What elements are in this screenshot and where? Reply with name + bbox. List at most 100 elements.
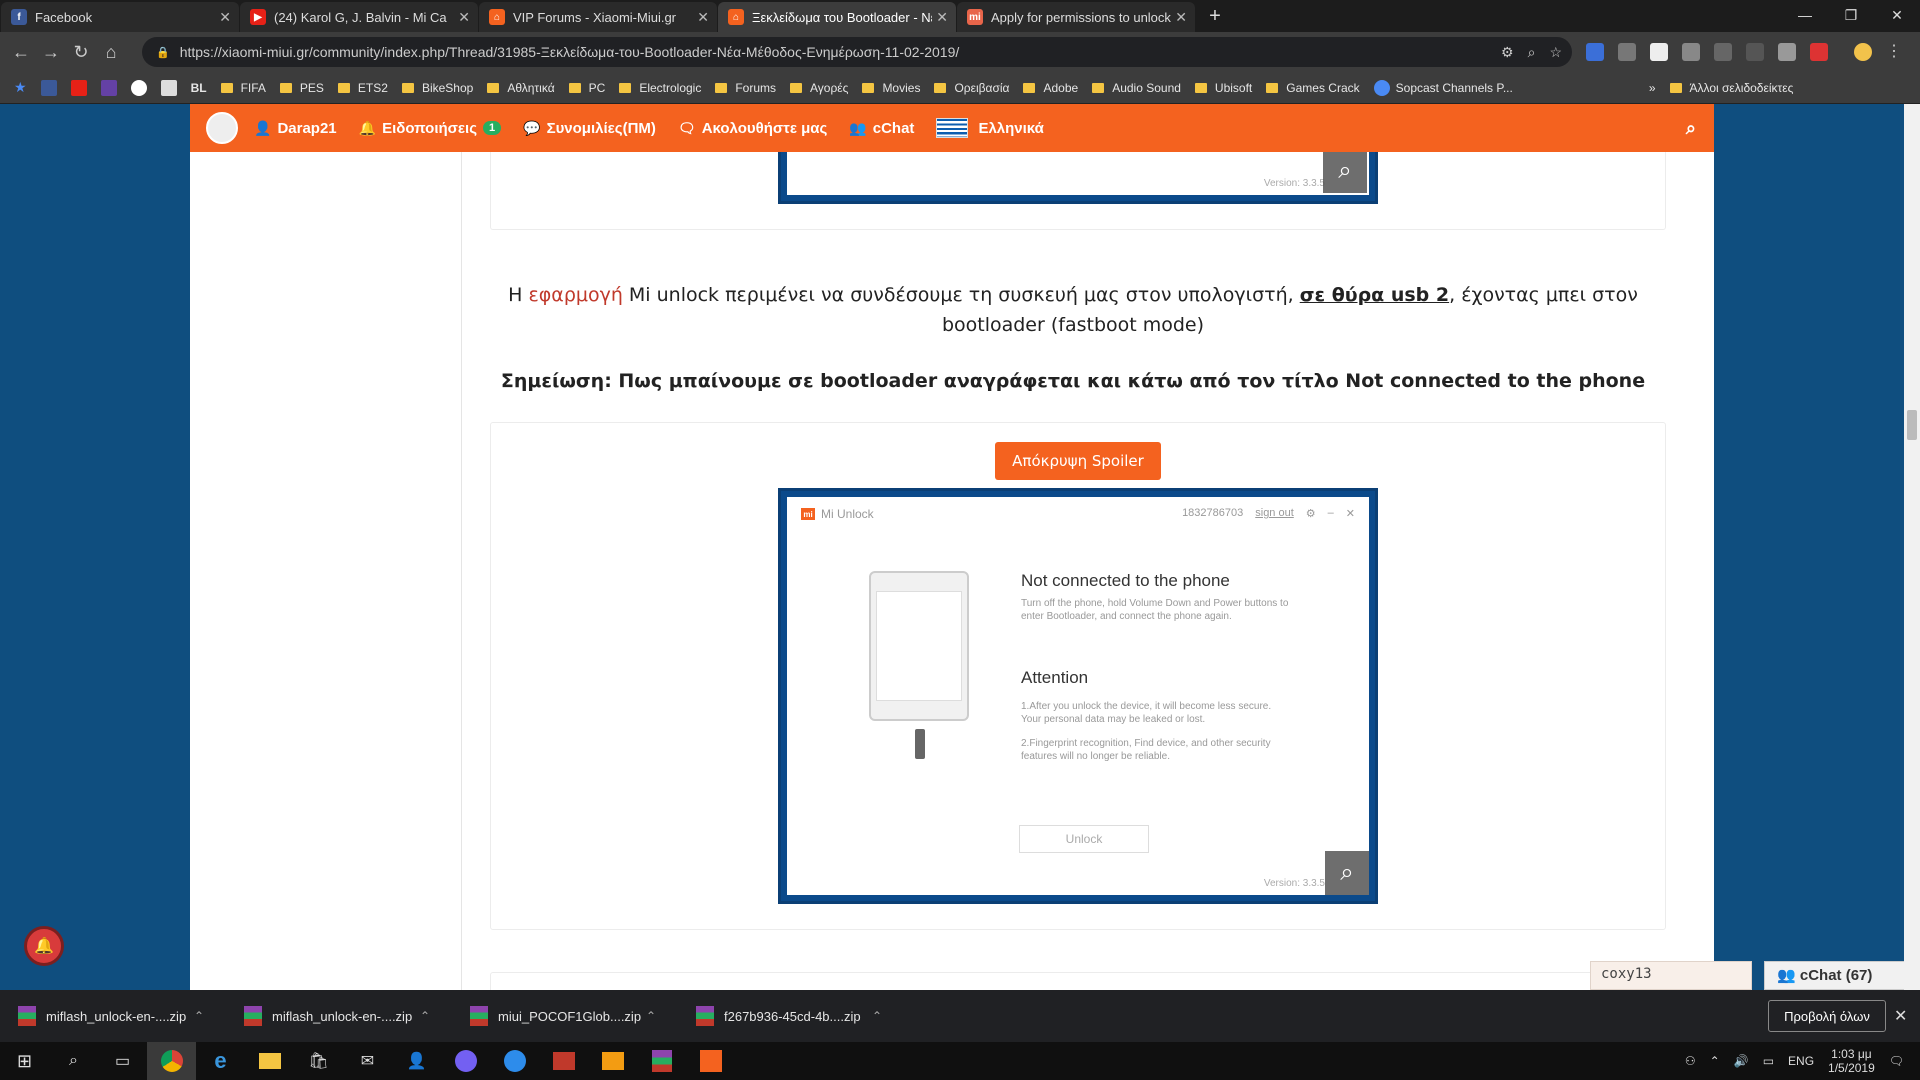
chevron-up-icon[interactable]: ⌃ [1710, 1054, 1720, 1068]
unlock-button[interactable]: Unlock [1019, 825, 1149, 853]
bookmark-youtube[interactable] [70, 79, 87, 96]
chevron-up-icon[interactable]: ⌃ [194, 1009, 204, 1023]
sign-out-link[interactable]: sign out [1255, 507, 1294, 520]
task-view-icon[interactable]: ▭ [98, 1042, 147, 1080]
bookmark-folder[interactable]: Forums [715, 81, 776, 95]
tab-youtube[interactable]: ▶ (24) Karol G, J. Balvin - Mi Ca ✕ [240, 2, 478, 32]
nav-language[interactable]: Ελληνικά [936, 118, 1044, 138]
usb2-link[interactable]: σε θύρα usb 2 [1300, 284, 1449, 306]
search-icon[interactable]: ⌕ [49, 1042, 98, 1080]
bookmark-twitch[interactable] [100, 79, 117, 96]
chat-user-tab[interactable]: coxy13 [1590, 961, 1752, 990]
restore-button[interactable]: ❐ [1828, 0, 1874, 30]
close-icon[interactable]: ✕ [1346, 507, 1355, 520]
tab-facebook[interactable]: f Facebook ✕ [1, 2, 239, 32]
winrar-icon[interactable] [637, 1042, 686, 1080]
bookmark-folder[interactable]: PC [568, 81, 605, 95]
minimize-icon[interactable]: – [1328, 507, 1334, 520]
bookmark-folder[interactable]: Games Crack [1266, 81, 1360, 95]
app-icon[interactable] [490, 1042, 539, 1080]
nav-follow[interactable]: 🗨 Ακολουθήστε μας [678, 120, 827, 137]
volume-icon[interactable]: 🔊 [1734, 1054, 1749, 1068]
bookmark-google[interactable] [130, 79, 147, 96]
new-tab-button[interactable]: + [1201, 2, 1229, 30]
zoom-icon[interactable]: ⌕ [1325, 851, 1369, 895]
windows-start-icon[interactable]: ⊞ [0, 1042, 49, 1080]
nav-chat[interactable]: 👥 cChat [849, 120, 914, 137]
close-icon[interactable]: ✕ [219, 9, 231, 26]
star-icon[interactable]: ☆ [1549, 44, 1562, 61]
bookmark-folder[interactable]: Movies [862, 81, 920, 95]
language-indicator[interactable]: ENG [1788, 1054, 1814, 1068]
bookmark-bl[interactable]: BL [191, 81, 207, 95]
bookmark-folder[interactable]: Ubisoft [1194, 81, 1252, 95]
app-link[interactable]: εφαρμογή [528, 284, 622, 306]
bookmark-folder[interactable]: Electrologic [619, 81, 701, 95]
tab-bootloader-thread[interactable]: ⌂ Ξεκλείδωμα του Bootloader - Νέ ✕ [718, 2, 956, 32]
show-all-downloads-button[interactable]: Προβολή όλων [1768, 1000, 1886, 1032]
bookmark-monitor[interactable] [160, 79, 177, 96]
extension-icon[interactable] [1650, 43, 1668, 61]
download-item[interactable]: f267b936-45cd-4b....zip ⌃ [678, 1006, 904, 1026]
app-icon[interactable] [588, 1042, 637, 1080]
bookmark-folder[interactable]: Αθλητικά [487, 81, 555, 95]
reload-icon[interactable]: ↻ [66, 42, 96, 63]
extension-icon[interactable] [1746, 43, 1764, 61]
notifications-icon[interactable]: 🗨 [1889, 1054, 1904, 1068]
nav-user[interactable]: 👤 Darap21 [254, 120, 337, 137]
download-item[interactable]: miflash_unlock-en-....zip ⌃ [0, 1006, 226, 1026]
app-icon[interactable] [686, 1042, 735, 1080]
nav-conversations[interactable]: 💬 Συνομιλίες(ΠΜ) [523, 120, 656, 137]
zoom-icon[interactable]: ⌕ [1528, 44, 1536, 61]
forward-icon[interactable]: → [36, 42, 66, 63]
bookmark-facebook[interactable] [40, 79, 57, 96]
back-icon[interactable]: ← [6, 42, 36, 63]
bookmark-folder[interactable]: Adobe [1023, 81, 1078, 95]
mail-icon[interactable]: ✉ [343, 1042, 392, 1080]
gear-icon[interactable]: ⚙ [1306, 507, 1316, 520]
chevron-up-icon[interactable]: ⌃ [872, 1009, 882, 1023]
menu-icon[interactable]: ⋮ [1886, 43, 1904, 61]
clock[interactable]: 1:03 μμ 1/5/2019 [1828, 1047, 1875, 1075]
page-scrollbar[interactable] [1904, 104, 1920, 990]
close-window-button[interactable]: ✕ [1874, 0, 1920, 30]
push-notification-bell-icon[interactable]: 🔔 [24, 926, 64, 966]
tab-unlock-permissions[interactable]: mi Apply for permissions to unlock ✕ [957, 2, 1195, 32]
address-bar[interactable]: 🔒 https://xiaomi-miui.gr/community/index… [142, 37, 1572, 67]
store-icon[interactable]: 🛍 [294, 1042, 343, 1080]
tab-vip-forums[interactable]: ⌂ VIP Forums - Xiaomi-Miui.gr ✕ [479, 2, 717, 32]
bookmark-folder[interactable]: PES [279, 81, 324, 95]
home-button-icon[interactable]: ⌂ [96, 42, 126, 63]
cchat-tab[interactable]: 👥 cChat (67) [1764, 961, 1920, 990]
bookmark-folder[interactable]: Ορειβασία [934, 81, 1009, 95]
app-icon[interactable] [539, 1042, 588, 1080]
people-tray-icon[interactable]: ⚇ [1685, 1054, 1696, 1068]
nav-notifications[interactable]: 🔔 Ειδοποιήσεις 1 [359, 120, 502, 137]
other-bookmarks[interactable]: Άλλοι σελιδοδείκτες [1669, 81, 1793, 95]
network-icon[interactable]: ▭ [1763, 1054, 1774, 1068]
bookmark-folder[interactable]: ETS2 [337, 81, 388, 95]
bookmarks-overflow-icon[interactable]: » [1649, 81, 1656, 95]
bookmark-folder[interactable]: Αγορές [790, 81, 848, 95]
bookmark-folder[interactable]: Audio Sound [1092, 81, 1181, 95]
close-icon[interactable]: ✕ [458, 9, 470, 26]
close-icon[interactable]: ✕ [936, 9, 948, 26]
bookmark-star-icon[interactable]: ★ [14, 79, 27, 96]
download-item[interactable]: miui_POCOF1Glob....zip ⌃ [452, 1006, 678, 1026]
chrome-icon[interactable] [147, 1042, 196, 1080]
zoom-icon[interactable]: ⌕ [1323, 149, 1367, 193]
chevron-up-icon[interactable]: ⌃ [420, 1009, 430, 1023]
search-icon[interactable]: ⌕ [1686, 118, 1696, 139]
extension-icon[interactable] [1714, 43, 1732, 61]
edge-icon[interactable]: e [196, 1042, 245, 1080]
extension-icon[interactable] [1586, 43, 1604, 61]
translate-icon[interactable]: ⚙ [1501, 44, 1514, 61]
bookmark-folder[interactable]: BikeShop [401, 81, 473, 95]
close-icon[interactable]: ✕ [697, 9, 709, 26]
avatar[interactable] [206, 112, 238, 144]
bookmark-sopcast[interactable]: Sopcast Channels P... [1373, 79, 1513, 96]
extension-icon[interactable] [1682, 43, 1700, 61]
bookmark-folder[interactable]: FIFA [220, 81, 266, 95]
extension-icon[interactable] [1810, 43, 1828, 61]
file-explorer-icon[interactable] [245, 1042, 294, 1080]
